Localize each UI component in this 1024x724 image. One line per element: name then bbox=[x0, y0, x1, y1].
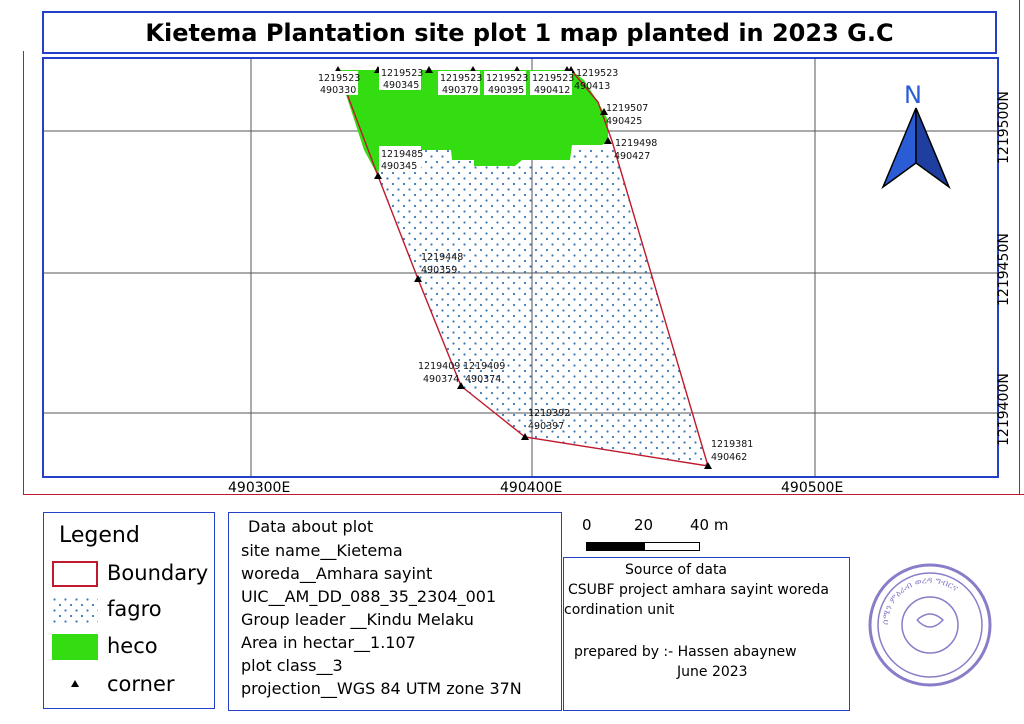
corner-label-e: 490412 bbox=[534, 85, 570, 96]
scale-bar: 0 20 40 m bbox=[582, 516, 746, 556]
legend-box: Legend Boundary fagro heco corner bbox=[43, 512, 215, 709]
corner-label-e: 490330 bbox=[320, 85, 356, 96]
scale-label: 0 bbox=[582, 516, 592, 534]
scale-segment-black bbox=[586, 542, 644, 551]
corner-label-e: 490462 bbox=[711, 452, 747, 463]
corner-label-e: 490427 bbox=[614, 151, 650, 162]
legend-label: fagro bbox=[107, 597, 162, 621]
corner-label-n: 1219523 bbox=[532, 73, 574, 84]
corner-label-e: 490425 bbox=[606, 116, 642, 127]
scale-label: 40 m bbox=[690, 516, 729, 534]
legend-item-corner: corner bbox=[52, 672, 212, 700]
plot-info-woreda: woreda__Amhara sayint bbox=[241, 564, 433, 583]
easting-label: 490500E bbox=[781, 480, 844, 496]
legend-label: corner bbox=[107, 672, 175, 696]
boundary-swatch bbox=[52, 561, 98, 587]
plot-info-heading: Data about plot bbox=[248, 517, 374, 536]
scale-label: 20 bbox=[634, 516, 654, 534]
plot-info-leader: Group leader __Kindu Melaku bbox=[241, 610, 474, 629]
source-line2: cordination unit bbox=[564, 602, 675, 618]
corner-label-e: 490359 bbox=[421, 265, 457, 276]
corner-label-n: 1219448 bbox=[421, 252, 463, 263]
prepared-date: June 2023 bbox=[677, 664, 748, 680]
fagro-swatch bbox=[52, 597, 98, 623]
scale-segment-white bbox=[644, 542, 700, 551]
corner-label-e: 490395 bbox=[488, 85, 524, 96]
plot-info-class: plot class__3 bbox=[241, 656, 343, 675]
northing-label: 1219400N bbox=[996, 373, 1012, 446]
corner-marker bbox=[425, 66, 433, 73]
northing-label: 1219450N bbox=[996, 233, 1012, 306]
plot-info-site: site name__Kietema bbox=[241, 541, 403, 560]
plot-info-box: Data about plot site name__Kietema wored… bbox=[228, 512, 562, 711]
corner-label-e: 490374 bbox=[423, 374, 459, 385]
legend-item-heco: heco bbox=[52, 634, 212, 662]
corner-label-n: 1219392 bbox=[528, 408, 570, 419]
north-arrow: N bbox=[881, 81, 951, 190]
corner-label-n: 1219485 bbox=[381, 149, 423, 160]
corner-label-n: 1219523 bbox=[381, 68, 423, 79]
corner-label-n: 1219523 bbox=[486, 73, 528, 84]
easting-label: 490400E bbox=[500, 480, 563, 496]
north-letter: N bbox=[904, 81, 922, 109]
corner-label-n: 1219409 bbox=[418, 361, 460, 372]
corner-label-e: 490413 bbox=[574, 81, 610, 92]
legend-item-fagro: fagro bbox=[52, 597, 212, 625]
corner-label-e: 490345 bbox=[381, 161, 417, 172]
northing-label: 1219500N bbox=[996, 91, 1012, 164]
corner-triangle-icon bbox=[71, 680, 79, 687]
office-stamp: ሰሜን ምዕራብ ወረዳ ግብርና bbox=[868, 563, 992, 687]
legend-item-boundary: Boundary bbox=[52, 561, 212, 589]
legend-label: Boundary bbox=[107, 561, 209, 585]
corner-label-n: 1219523 bbox=[318, 73, 360, 84]
prepared-by: prepared by :- Hassen abaynew bbox=[574, 644, 797, 660]
corner-label-e: 490379 bbox=[442, 85, 478, 96]
plot-info-uic: UIC__AM_DD_088_35_2304_001 bbox=[241, 587, 497, 606]
source-box: Source of data CSUBF project amhara sayi… bbox=[563, 557, 850, 711]
legend-title: Legend bbox=[59, 523, 140, 548]
corner-label-n: 1219523 bbox=[440, 73, 482, 84]
corner-label-e: 490374 bbox=[465, 374, 501, 385]
corner-label-n: 1219381 bbox=[711, 439, 753, 450]
corner-label-e: 490345 bbox=[383, 80, 419, 91]
corner-label-n: 1219507 bbox=[606, 103, 648, 114]
map-canvas: 1219523 490330 1219523 490345 1219523 49… bbox=[44, 59, 997, 476]
plot-info-area: Area in hectar__1.107 bbox=[241, 633, 416, 652]
source-line1: CSUBF project amhara sayint woreda bbox=[568, 582, 829, 598]
plot-info-projection: projection__WGS 84 UTM zone 37N bbox=[241, 679, 522, 698]
corner-label-n: 1219523 bbox=[576, 68, 618, 79]
heco-swatch bbox=[52, 634, 98, 660]
corner-label-e: 490397 bbox=[528, 421, 564, 432]
legend-label: heco bbox=[107, 634, 158, 658]
easting-label: 490300E bbox=[228, 480, 291, 496]
source-heading: Source of data bbox=[625, 562, 728, 578]
corner-label-n: 1219498 bbox=[615, 138, 657, 149]
corner-label-n: 1219409 bbox=[463, 361, 505, 372]
